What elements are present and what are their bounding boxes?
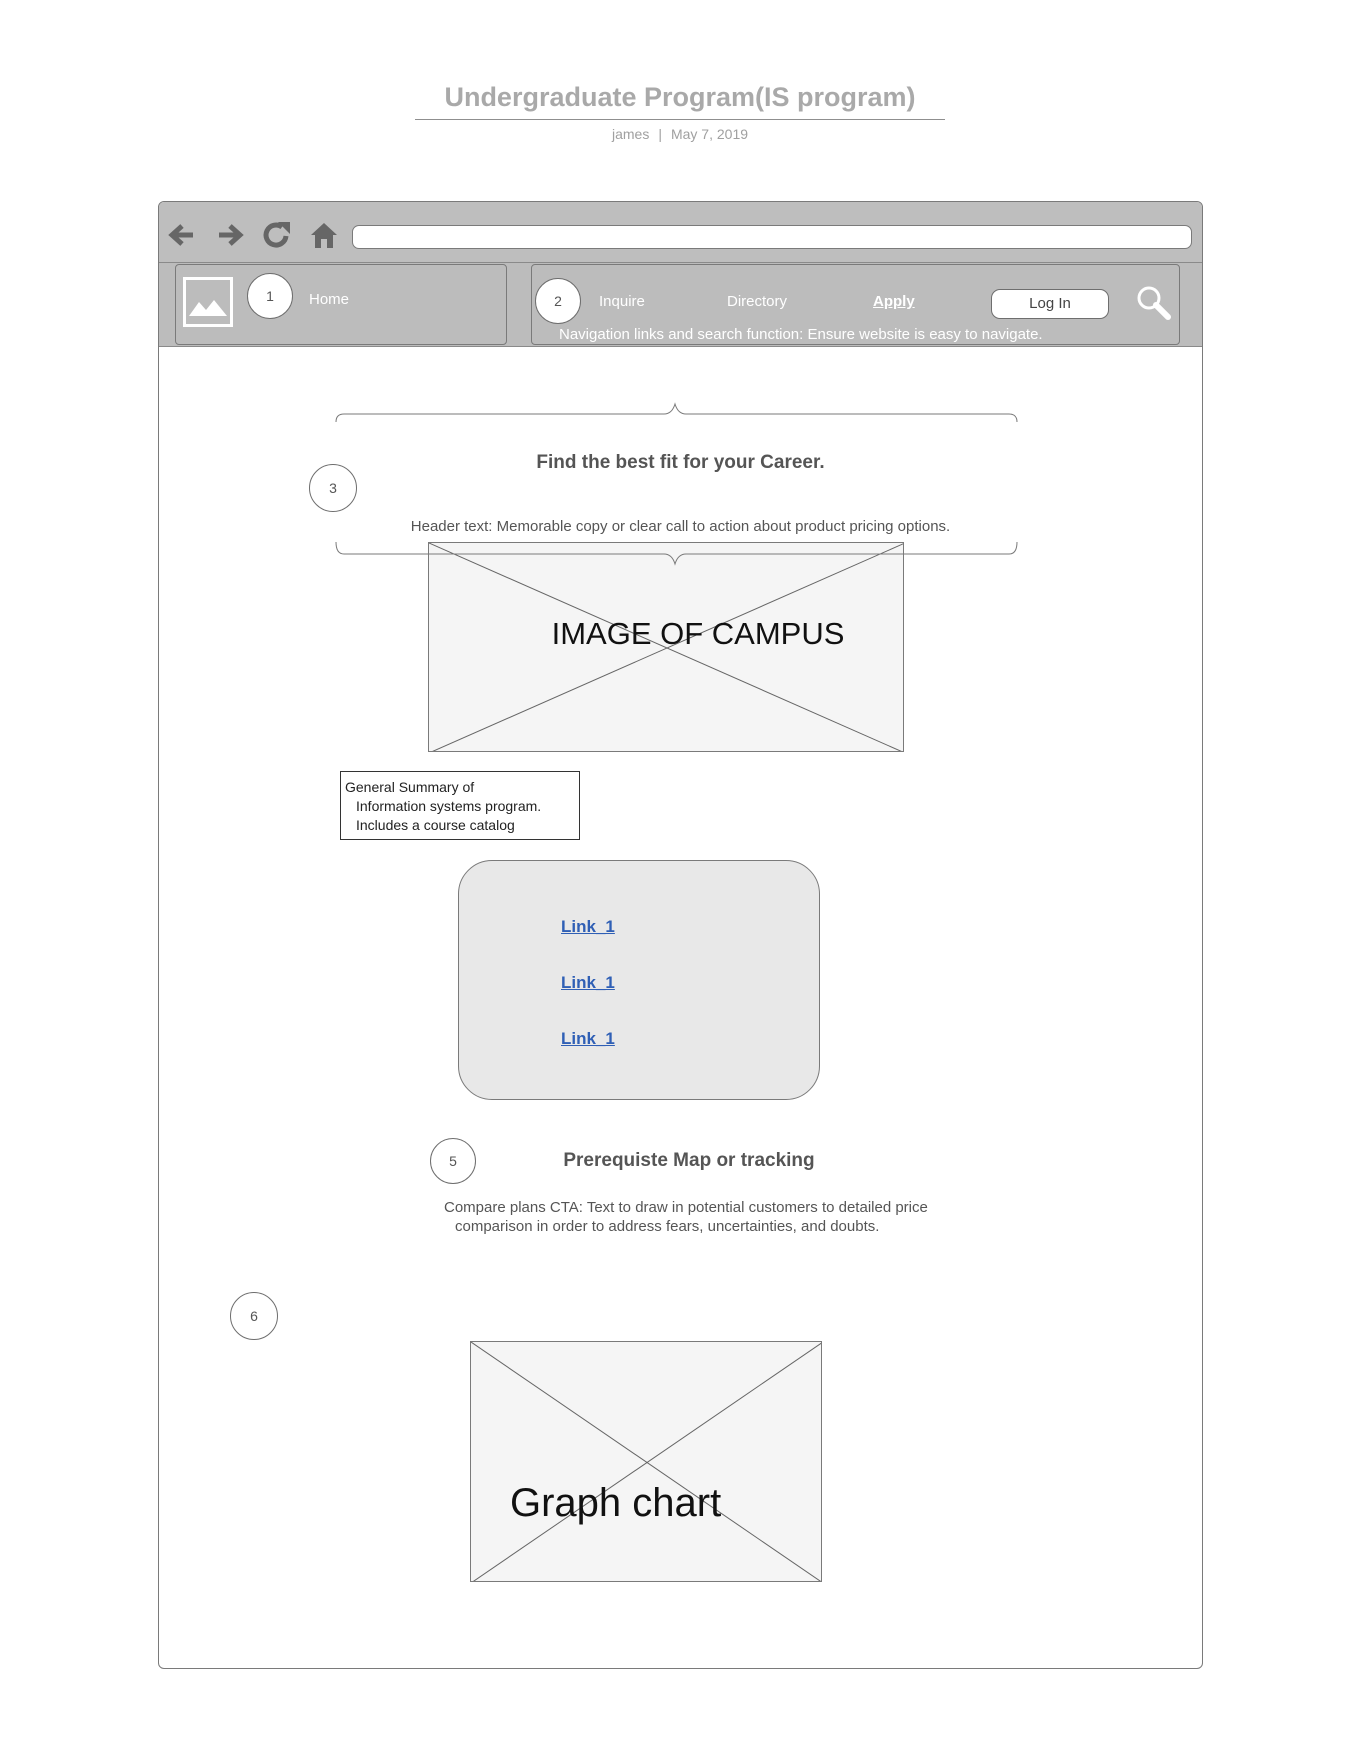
graph-cross-lines xyxy=(471,1342,821,1581)
summary-line: Includes a course catalog xyxy=(356,817,515,833)
prerequisite-description: Compare plans CTA: Text to draw in poten… xyxy=(444,1198,984,1236)
browser-toolbar xyxy=(159,202,1202,263)
back-arrow-icon[interactable] xyxy=(165,218,199,252)
course-links-panel: Link_1 Link_1 Link_1 xyxy=(458,860,820,1100)
nav-inquire[interactable]: Inquire xyxy=(599,293,645,310)
course-link-3[interactable]: Link_1 xyxy=(561,1029,615,1049)
hero-subtext: Header text: Memorable copy or clear cal… xyxy=(410,518,951,535)
nav-apply[interactable]: Apply xyxy=(873,293,915,310)
campus-image-label: IMAGE OF CAMPUS xyxy=(551,616,845,651)
document-meta: james | May 7, 2019 xyxy=(415,126,945,142)
forward-arrow-icon[interactable] xyxy=(213,218,247,252)
prerequisite-line: comparison in order to address fears, un… xyxy=(455,1218,880,1235)
date: May 7, 2019 xyxy=(670,126,749,142)
image-icon xyxy=(189,300,227,316)
graph-chart-placeholder xyxy=(470,1341,822,1582)
author: james xyxy=(611,126,650,142)
nav-home[interactable]: Home xyxy=(309,291,349,308)
meta-separator: | xyxy=(658,126,662,142)
reload-icon[interactable] xyxy=(260,218,294,252)
prerequisite-line: Compare plans CTA: Text to draw in poten… xyxy=(444,1199,928,1216)
nav-annotation-note: Navigation links and search function: En… xyxy=(559,326,1043,343)
nav-directory[interactable]: Directory xyxy=(727,293,787,310)
graph-chart-label: Graph chart xyxy=(510,1481,722,1525)
annotation-marker-1: 1 xyxy=(247,273,293,319)
login-button[interactable]: Log In xyxy=(991,289,1109,319)
search-icon[interactable] xyxy=(1136,285,1172,321)
summary-line: Information systems program. xyxy=(356,798,542,814)
annotation-marker-5: 5 xyxy=(430,1138,476,1184)
course-link-2[interactable]: Link_1 xyxy=(561,973,615,993)
hero-section-bracket xyxy=(335,402,1018,423)
annotation-marker-6: 6 xyxy=(230,1292,278,1340)
program-summary-box: General Summary of Information systems p… xyxy=(340,771,580,840)
hero-section-bracket-bottom xyxy=(335,542,1018,566)
logo-image-placeholder[interactable] xyxy=(183,277,233,327)
title-divider xyxy=(415,119,945,120)
home-icon[interactable] xyxy=(307,218,341,252)
browser-window: 1 Home 2 Inquire Directory Apply Log In … xyxy=(158,201,1203,1669)
prerequisite-heading: Prerequiste Map or tracking xyxy=(563,1150,815,1171)
address-bar[interactable] xyxy=(352,225,1192,249)
hero-heading: Find the best fit for your Career. xyxy=(536,452,825,473)
summary-line: General Summary of xyxy=(345,779,475,795)
course-link-1[interactable]: Link_1 xyxy=(561,917,615,937)
site-header: 1 Home 2 Inquire Directory Apply Log In … xyxy=(159,263,1202,347)
document-title: Undergraduate Program(IS program) xyxy=(444,82,916,112)
annotation-marker-2: 2 xyxy=(535,278,581,324)
